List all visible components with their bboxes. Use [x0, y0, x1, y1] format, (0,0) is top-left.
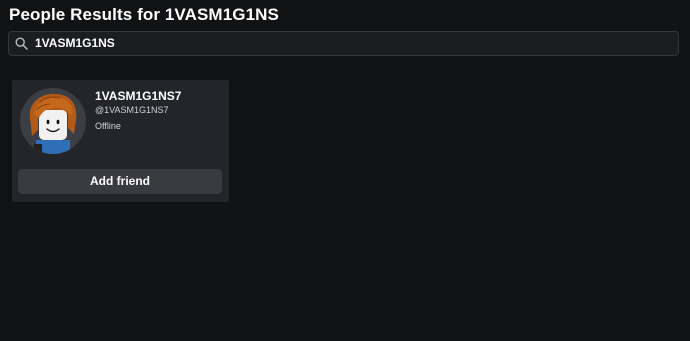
user-status: Offline	[95, 121, 121, 131]
search-bar[interactable]	[8, 31, 679, 56]
user-username: @1VASM1G1NS7	[95, 105, 169, 115]
search-input[interactable]	[35, 32, 655, 55]
user-display-name[interactable]: 1VASM1G1NS7	[95, 89, 181, 103]
avatar[interactable]	[20, 88, 86, 154]
search-icon	[15, 37, 28, 50]
people-results-page: People Results for 1VASM1G1NS 1VASM1G1NS…	[0, 0, 690, 341]
add-friend-button[interactable]: Add friend	[18, 169, 222, 194]
page-title: People Results for 1VASM1G1NS	[9, 5, 279, 24]
user-card[interactable]: 1VASM1G1NS7 @1VASM1G1NS7 Offline Add fri…	[12, 80, 229, 202]
